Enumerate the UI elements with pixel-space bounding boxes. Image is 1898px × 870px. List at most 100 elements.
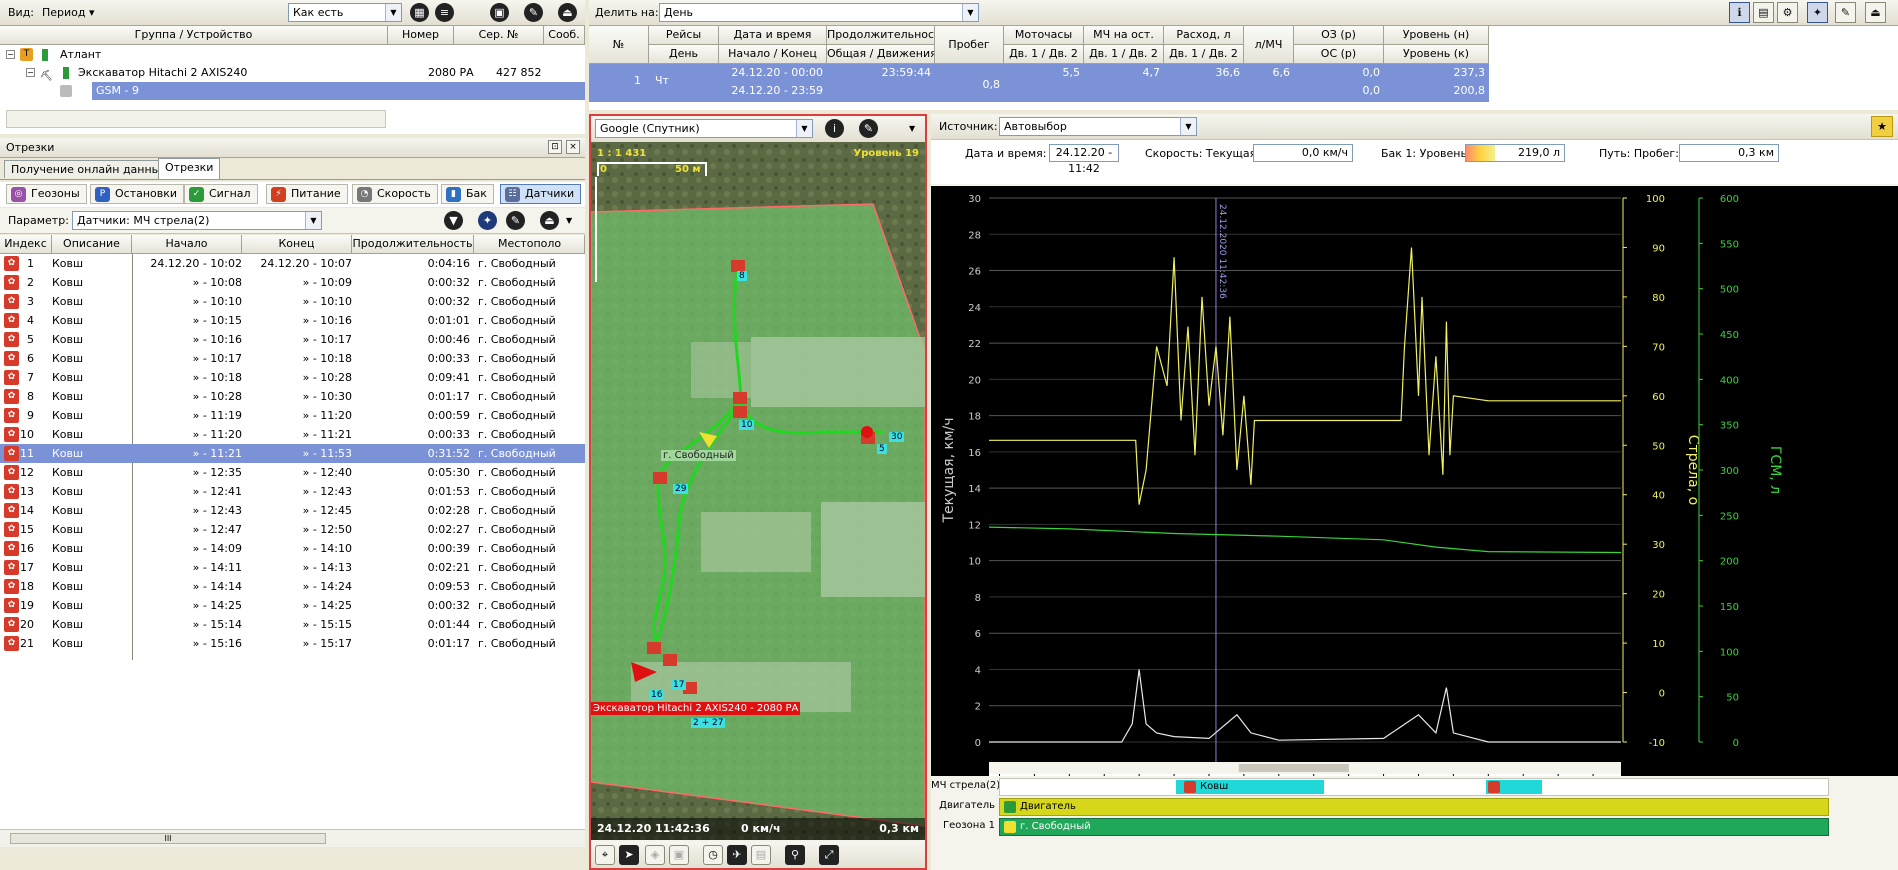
tab-segments[interactable]: Отрезки [158,158,221,179]
col-end[interactable]: Конец [242,235,352,254]
filter-power[interactable]: ⚡ Питание [266,184,348,204]
table-row[interactable]: ✿ 2 Ковш» - 10:08» - 10:09 0:00:32 г. Свобод… [0,273,585,292]
col-motorhours[interactable]: Моточасы [1004,26,1084,45]
clock-icon[interactable]: ◷ [703,845,723,865]
table-row[interactable]: ✿ 3 Ковш» - 10:10» - 10:10 0:00:32 г. Свобод… [0,292,585,311]
filter-tank[interactable]: ▮ Бак [441,184,494,204]
tree-hscrollbar[interactable] [6,110,386,128]
table-row[interactable]: ✿ 12 Ковш» - 12:35» - 12:40 0:05:30 г. Свобо… [0,463,585,482]
col-duration[interactable]: Продолжительность [352,235,474,254]
source-select[interactable]: Автовыбор ▼ [999,117,1197,136]
table-row[interactable]: ✿ 10 Ковш» - 11:20» - 11:21 0:00:33 г. Свобо… [0,425,585,444]
col-start-end[interactable]: Начало / Конец [719,45,827,64]
table-row[interactable]: ✿ 21 Ковш» - 15:16» - 15:17 0:01:17 г. Свобо… [0,634,585,653]
table-row[interactable]: ✿ 6 Ковш» - 10:17» - 10:18 0:00:33 г. Свобод… [0,349,585,368]
table-row[interactable]: ✿ 14 Ковш» - 12:43» - 12:45 0:02:28 г. Свобо… [0,501,585,520]
table-row[interactable]: ✿ 9 Ковш» - 11:19» - 11:20 0:00:59 г. Свобод… [0,406,585,425]
print-icon[interactable]: ▤ [751,845,771,865]
col-day[interactable]: День [649,45,719,64]
edit-icon[interactable]: ✎ [859,119,878,138]
star-icon[interactable]: ★ [1871,116,1893,137]
split-select[interactable]: День ▼ [659,3,979,22]
table-row[interactable]: ✿ 19 Ковш» - 14:25» - 14:25 0:00:32 г. Свобо… [0,596,585,615]
boom-bar[interactable] [1486,780,1542,794]
col-number[interactable]: Номер [388,26,454,45]
fit-icon[interactable]: ⤢ [819,845,839,865]
marker-label[interactable]: 29 [673,484,689,494]
close-icon[interactable]: × [566,140,580,154]
col-location[interactable]: Местополо [474,235,585,254]
monitor-icon[interactable]: ▣ [490,3,509,22]
arrow-icon[interactable]: ➤ [619,845,639,865]
table-row[interactable]: ✿ 20 Ковш» - 15:14» - 15:15 0:01:44 г. Свобо… [0,615,585,634]
col-motor-idle[interactable]: МЧ на ост. [1084,26,1164,45]
timeline-track-boom[interactable]: Ковш [999,778,1829,796]
col-lmh[interactable]: л/МЧ [1244,26,1294,64]
col-level-start[interactable]: Уровень (н) [1384,26,1489,45]
collapse-icon[interactable]: − [6,50,15,59]
tree-child-row[interactable]: GSM - 9 [60,82,585,100]
table-row[interactable]: ✿ 5 Ковш» - 10:16» - 10:17 0:00:46 г. Свобод… [0,330,585,349]
mode-select[interactable]: Как есть ▼ [288,3,402,22]
marker-label[interactable]: 2 + 27 [691,718,726,728]
marker-label[interactable]: 17 [671,680,687,690]
table-row[interactable]: ✿ 11 Ковш» - 11:21» - 11:53 0:31:52 г. Свобо… [0,444,585,463]
eject-icon[interactable]: ⏏ [1865,2,1886,23]
col-trips[interactable]: Рейсы [649,26,719,45]
marker-label[interactable]: 30 [889,432,905,442]
table-row[interactable]: ✿ 16 Ковш» - 14:09» - 14:10 0:00:39 г. Свобо… [0,539,585,558]
eject-icon[interactable]: ⏏ [540,211,559,230]
filter-sensors[interactable]: ☷ Датчики [500,184,582,204]
layers-icon[interactable]: ◈ [645,845,665,865]
col-datetime[interactable]: Дата и время [719,26,827,45]
info-icon[interactable]: ℹ [1729,2,1750,23]
crosshair-icon[interactable]: ⌖ [595,845,615,865]
table-row[interactable]: ✿ 15 Ковш» - 12:47» - 12:50 0:02:27 г. Свобо… [0,520,585,539]
col-serial[interactable]: Сер. № [454,26,544,45]
period-menu[interactable]: Период ▾ [42,6,95,19]
col-messages[interactable]: Сооб. [544,26,585,45]
pin-tool-icon[interactable]: ✦ [478,211,497,230]
col-fuel-eng[interactable]: Дв. 1 / Дв. 2 [1164,45,1244,64]
col-fuel[interactable]: Расход, л [1164,26,1244,45]
col-description[interactable]: Описание [52,235,132,254]
print-icon[interactable]: ▤ [1753,2,1774,23]
table-row[interactable]: ✿ 7 Ковш» - 10:18» - 10:28 0:09:41 г. Свобод… [0,368,585,387]
marker-label[interactable]: 10 [739,420,755,430]
boom-bar[interactable]: Ковш [1176,780,1324,794]
tree-device-row[interactable]: − ⛏ Экскаватор Hitachi 2 AXIS240 2080 РА… [0,64,585,82]
marker-label[interactable]: 16 [649,690,665,700]
vehicle-label[interactable]: Экскаватор Hitachi 2 AXIS240 - 2080 РА [591,702,801,715]
table-row[interactable]: ✿ 17 Ковш» - 14:11» - 14:13 0:02:21 г. Свобо… [0,558,585,577]
settings-icon[interactable]: ⚙ [1777,2,1798,23]
col-mileage[interactable]: Пробег [935,26,1004,64]
table-row[interactable]: ✿ 4 Ковш» - 10:15» - 10:16 0:01:01 г. Свобод… [0,311,585,330]
filter-speed[interactable]: ◔ Скорость [352,184,438,204]
table-row[interactable]: ✿ 13 Ковш» - 12:41» - 12:43 0:01:53 г. Свобо… [0,482,585,501]
filter-icon[interactable]: ▼ [444,211,463,230]
screen-icon[interactable]: ▣ [669,845,689,865]
col-motor-eng[interactable]: Дв. 1 / Дв. 2 [1004,45,1084,64]
filter-geozones[interactable]: ◎ Геозоны [6,184,87,204]
col-oz[interactable]: ОЗ (р) [1294,26,1384,45]
filter-stops[interactable]: P Остановки [90,184,185,204]
col-total-motion[interactable]: Общая / Движения [827,45,935,64]
pin-icon[interactable]: ⊡ [548,140,562,154]
table-row[interactable]: ✿ 8 Ковш» - 10:28» - 10:30 0:01:17 г. Свобод… [0,387,585,406]
col-os[interactable]: ОС (р) [1294,45,1384,64]
col-trip-num[interactable]: № [589,26,649,64]
geozone-bar[interactable]: г. Свободный [999,818,1829,836]
wrench-icon[interactable]: ✎ [506,211,525,230]
eject-icon[interactable]: ⏏ [558,3,577,22]
col-level-end[interactable]: Уровень (к) [1384,45,1489,64]
chevron-down-icon[interactable]: ▼ [566,216,572,225]
chevron-down-icon[interactable]: ▼ [909,124,915,133]
tree-group-row[interactable]: − T Атлант [0,46,585,64]
chart-area[interactable]: 0 2 4 6 8 10 12 14 16 18 20 22 24 26 28 30 Текущая, км/ч… [931,186,1898,870]
col-duration[interactable]: Продолжительность [827,26,935,45]
param-select[interactable]: Датчики: МЧ стрела(2) ▼ [72,211,322,230]
marker-label[interactable]: 5 [877,444,887,454]
col-idle-eng[interactable]: Дв. 1 / Дв. 2 [1084,45,1164,64]
route-icon[interactable]: ✈ [727,845,747,865]
map-canvas[interactable]: 1 : 1 431 Уровень 19 0 50 м г. Свободный… [591,142,925,840]
